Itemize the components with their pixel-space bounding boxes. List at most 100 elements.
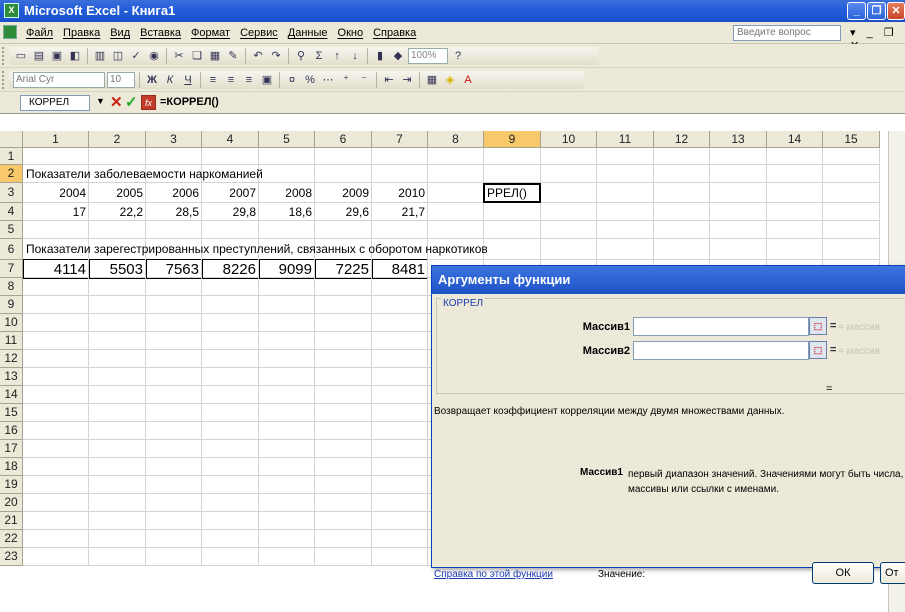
cell-incidence[interactable]: 28,5 (146, 203, 201, 221)
cell-crimes[interactable]: 5503 (89, 259, 145, 279)
cell-r1-title[interactable]: Показатели заболеваемости наркоманией (26, 165, 263, 183)
currency-icon[interactable]: ¤ (284, 72, 300, 88)
column-header-9[interactable]: 9 (484, 131, 541, 148)
toolbar-grip[interactable] (2, 47, 5, 65)
redo-icon[interactable]: ↷ (268, 48, 284, 64)
cell-incidence[interactable]: 29,8 (202, 203, 258, 221)
menu-insert[interactable]: Вставка (140, 27, 181, 39)
row-header-19[interactable]: 19 (0, 476, 23, 494)
row-header-2[interactable]: 2 (0, 165, 23, 183)
restore-button[interactable]: ❐ (867, 2, 886, 20)
italic-icon[interactable]: К (162, 72, 178, 88)
help-icon[interactable]: ? (450, 48, 466, 64)
column-header-4[interactable]: 4 (202, 131, 259, 148)
column-header-7[interactable]: 7 (372, 131, 428, 148)
cell-year[interactable]: 2005 (89, 184, 145, 202)
align-left-icon[interactable]: ≡ (205, 72, 221, 88)
function-help-link[interactable]: Справка по этой функции (434, 569, 553, 580)
ok-button[interactable]: ОК (812, 562, 874, 584)
save-icon[interactable]: ▣ (49, 48, 65, 64)
thousands-icon[interactable]: ⋯ (320, 72, 336, 88)
minimize-button[interactable]: _ (847, 2, 866, 20)
row-header-11[interactable]: 11 (0, 332, 23, 350)
print-icon[interactable]: ▥ (92, 48, 108, 64)
spelling-icon[interactable]: ✓ (128, 48, 144, 64)
workbook-icon[interactable] (3, 25, 17, 39)
menu-format[interactable]: Формат (191, 27, 230, 39)
column-header-10[interactable]: 10 (541, 131, 597, 148)
ask-question-input[interactable]: Введите вопрос (733, 25, 841, 41)
menu-view[interactable]: Вид (110, 27, 130, 39)
row-header-4[interactable]: 4 (0, 203, 23, 221)
format-painter-icon[interactable]: ✎ (225, 48, 241, 64)
menu-help[interactable]: Справка (373, 27, 416, 39)
row-header-10[interactable]: 10 (0, 314, 23, 332)
cell-year[interactable]: 2009 (315, 184, 371, 202)
arg1-collapse-icon[interactable]: ⬚ (809, 317, 827, 335)
row-header-20[interactable]: 20 (0, 494, 23, 512)
font-size-select[interactable]: 10 (107, 72, 135, 88)
cell-crimes[interactable]: 7563 (146, 259, 201, 279)
cell-incidence[interactable]: 22,2 (89, 203, 145, 221)
row-header-13[interactable]: 13 (0, 368, 23, 386)
row-header-22[interactable]: 22 (0, 530, 23, 548)
undo-icon[interactable]: ↶ (250, 48, 266, 64)
sort-descending-icon[interactable]: ↓ (347, 48, 363, 64)
hyperlink-icon[interactable]: ⚲ (293, 48, 309, 64)
column-header-8[interactable]: 8 (428, 131, 484, 148)
menu-edit[interactable]: Правка (63, 27, 100, 39)
permission-icon[interactable]: ◧ (67, 48, 83, 64)
row-header-12[interactable]: 12 (0, 350, 23, 368)
cancel-formula-icon[interactable]: ✕ (110, 93, 123, 111)
copy-icon[interactable]: ❏ (189, 48, 205, 64)
zoom-select[interactable]: 100% (408, 48, 448, 64)
cell-year[interactable]: 2007 (202, 184, 258, 202)
cell-crimes[interactable]: 9099 (259, 259, 314, 279)
formula-input[interactable]: =КОРРЕЛ() (160, 96, 219, 108)
cell-crimes[interactable]: 7225 (315, 259, 371, 279)
column-header-12[interactable]: 12 (654, 131, 710, 148)
row-header-9[interactable]: 9 (0, 296, 23, 314)
arg1-input[interactable] (633, 317, 809, 336)
underline-icon[interactable]: Ч (180, 72, 196, 88)
row-header-18[interactable]: 18 (0, 458, 23, 476)
cell-year[interactable]: 2006 (146, 184, 201, 202)
cell-year[interactable]: 2010 (372, 184, 427, 202)
row-header-6[interactable]: 6 (0, 239, 23, 260)
insert-function-icon[interactable]: fx (141, 95, 156, 110)
row-header-7[interactable]: 7 (0, 260, 23, 278)
cell-incidence[interactable]: 18,6 (259, 203, 314, 221)
dialog-title[interactable]: Аргументы функции (432, 266, 905, 294)
arg2-input[interactable] (633, 341, 809, 360)
row-header-21[interactable]: 21 (0, 512, 23, 530)
column-header-2[interactable]: 2 (89, 131, 146, 148)
font-color-icon[interactable]: A (460, 72, 476, 88)
cell-crimes[interactable]: 4114 (23, 259, 88, 279)
row-header-8[interactable]: 8 (0, 278, 23, 296)
row-header-16[interactable]: 16 (0, 422, 23, 440)
print-preview-icon[interactable]: ◫ (110, 48, 126, 64)
increase-decimal-icon[interactable]: ⁺ (338, 72, 354, 88)
paste-icon[interactable]: ▦ (207, 48, 223, 64)
cell-incidence[interactable]: 17 (23, 203, 88, 221)
sort-ascending-icon[interactable]: ↑ (329, 48, 345, 64)
active-cell[interactable]: РРЕЛ() (483, 183, 541, 203)
decrease-decimal-icon[interactable]: ⁻ (356, 72, 372, 88)
excel-app-icon[interactable]: X (4, 3, 19, 18)
column-header-1[interactable]: 1 (23, 131, 89, 148)
menu-window[interactable]: Окно (338, 27, 364, 39)
row-header-3[interactable]: 3 (0, 183, 23, 203)
name-box-dropdown-icon[interactable]: ▼ (96, 96, 105, 106)
merge-center-icon[interactable]: ▣ (259, 72, 275, 88)
drawing-icon[interactable]: ◆ (390, 48, 406, 64)
column-header-6[interactable]: 6 (315, 131, 372, 148)
name-box[interactable]: КОРРЕЛ (20, 95, 90, 111)
menu-file[interactable]: Файл (26, 27, 53, 39)
cell-incidence[interactable]: 21,7 (372, 203, 427, 221)
new-icon[interactable]: ▭ (13, 48, 29, 64)
row-header-14[interactable]: 14 (0, 386, 23, 404)
cell-crimes[interactable]: 8226 (202, 259, 258, 279)
align-center-icon[interactable]: ≡ (223, 72, 239, 88)
cell-year[interactable]: 2004 (23, 184, 88, 202)
row-header-15[interactable]: 15 (0, 404, 23, 422)
